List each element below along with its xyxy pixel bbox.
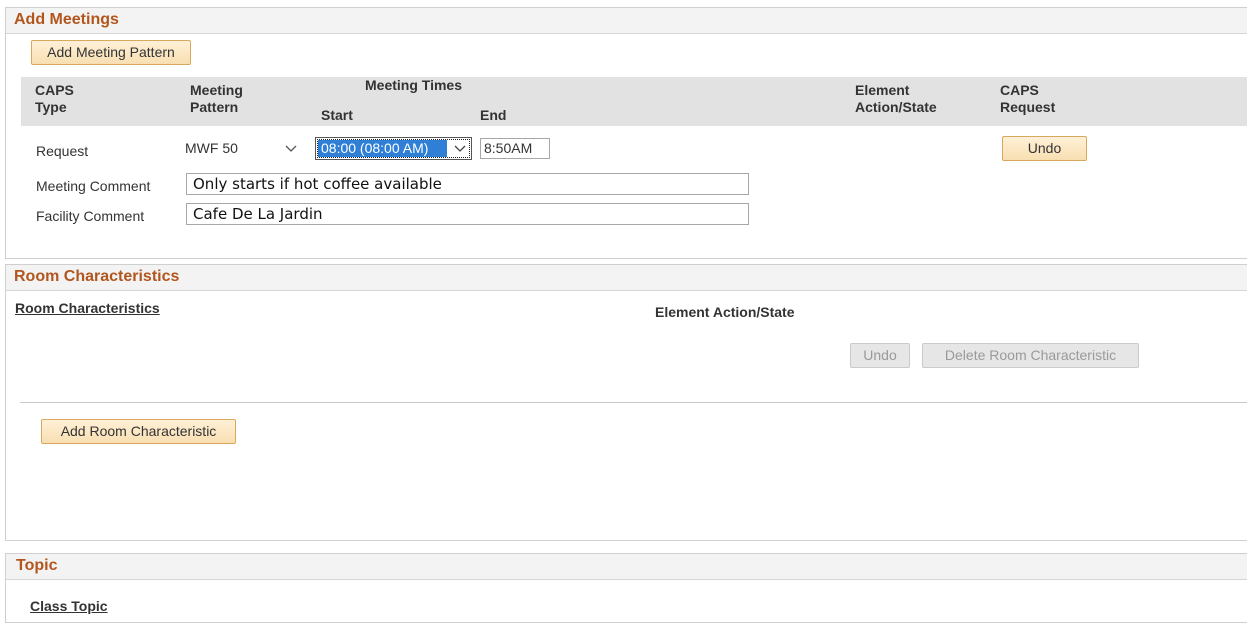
room-divider bbox=[20, 402, 1247, 403]
room-characteristics-column-header[interactable]: Room Characteristics bbox=[15, 300, 160, 316]
start-time-value: 08:00 (08:00 AM) bbox=[318, 140, 447, 157]
col-header-start: Start bbox=[321, 107, 353, 123]
add-meetings-title: Add Meetings bbox=[14, 11, 119, 28]
topic-panel: Topic bbox=[5, 553, 1247, 623]
col-header-element-action-state: Element Action/State bbox=[855, 82, 937, 115]
end-time-input[interactable]: 8:50AM bbox=[480, 138, 550, 159]
meeting-pattern-value: MWF 50 bbox=[185, 140, 238, 156]
facility-comment-field[interactable]: Cafe De La Jardin bbox=[186, 203, 749, 225]
col-header-meeting-times: Meeting Times bbox=[365, 77, 462, 93]
caps-request-undo-button[interactable]: Undo bbox=[1002, 136, 1087, 161]
topic-title: Topic bbox=[16, 557, 58, 574]
room-undo-button[interactable]: Undo bbox=[850, 343, 910, 368]
col-header-meeting-pattern: Meeting Pattern bbox=[190, 82, 243, 115]
chevron-down-icon bbox=[285, 145, 297, 152]
meeting-pattern-select[interactable]: MWF 50 bbox=[182, 137, 302, 159]
col-header-caps-type: CAPS Type bbox=[35, 82, 74, 115]
room-characteristics-header: Room Characteristics bbox=[6, 265, 1247, 291]
start-time-select[interactable]: 08:00 (08:00 AM) bbox=[315, 137, 472, 160]
chevron-down-icon bbox=[454, 145, 466, 152]
caps-type-value: Request bbox=[36, 143, 89, 159]
room-characteristics-title: Room Characteristics bbox=[14, 268, 180, 285]
col-header-end: End bbox=[480, 107, 507, 123]
delete-room-characteristic-button[interactable]: Delete Room Characteristic bbox=[922, 343, 1139, 368]
facility-comment-label: Facility Comment bbox=[36, 208, 145, 224]
meeting-comment-field[interactable]: Only starts if hot coffee available bbox=[186, 173, 749, 195]
col-header-caps-request: CAPS Request bbox=[1000, 82, 1056, 115]
add-room-characteristic-button[interactable]: Add Room Characteristic bbox=[41, 419, 236, 444]
meeting-comment-label: Meeting Comment bbox=[36, 178, 151, 194]
add-meeting-pattern-button[interactable]: Add Meeting Pattern bbox=[31, 40, 191, 65]
add-meetings-header: Add Meetings bbox=[6, 8, 1247, 34]
room-element-action-state-header: Element Action/State bbox=[655, 304, 795, 320]
class-topic-header[interactable]: Class Topic bbox=[30, 598, 108, 614]
topic-header: Topic bbox=[6, 554, 1247, 580]
